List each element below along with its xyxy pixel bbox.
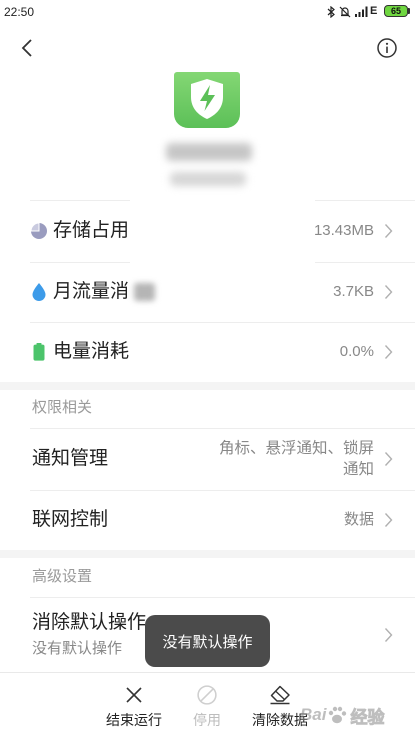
battery-icon — [33, 343, 45, 361]
paw-icon — [329, 706, 347, 724]
redaction-overlay — [130, 200, 315, 322]
clear-defaults-label: 消除默认操作 — [32, 611, 147, 633]
status-time: 22:50 — [4, 5, 35, 19]
data-usage-value: 3.7KB — [333, 283, 374, 300]
chevron-right-icon — [384, 513, 393, 527]
storage-usage-label: 存储占用 — [53, 220, 130, 241]
battery-usage-value: 0.0% — [339, 343, 374, 360]
battery-usage-row[interactable]: 电量消耗 0.0% — [0, 322, 415, 382]
force-stop-label: 结束运行 — [106, 712, 162, 728]
section-gap — [0, 550, 415, 558]
toast-message: 没有默认操作 — [145, 615, 270, 667]
section-title-advanced: 高级设置 — [32, 568, 93, 585]
value-line: 角标、悬浮通知、锁屏 — [218, 440, 374, 457]
app-icon — [174, 72, 240, 128]
chevron-right-icon — [384, 627, 393, 642]
back-arrow-icon — [21, 39, 32, 57]
network-control-value: 数据 — [343, 511, 374, 528]
value-line: 通知 — [342, 461, 374, 478]
app-info-button[interactable] — [375, 36, 399, 60]
watermark-text-right: 经验 — [350, 707, 385, 727]
network-control-label: 联网控制 — [32, 509, 109, 530]
status-bar: 22:50 E 65 — [0, 0, 415, 24]
watermark-text-left: Bai — [300, 705, 327, 724]
battery-level: 65 — [390, 6, 401, 16]
bluetooth-icon — [327, 6, 335, 18]
notification-management-row[interactable]: 通知管理 角标、悬浮通知、锁屏 通知 — [0, 428, 415, 490]
storage-pie-icon — [30, 222, 47, 239]
section-title-permissions: 权限相关 — [32, 399, 93, 416]
chevron-right-icon — [384, 224, 393, 238]
disable-label: 停用 — [193, 712, 221, 728]
force-stop-button[interactable]: 结束运行 — [94, 673, 174, 739]
storage-usage-value: 13.43MB — [313, 222, 374, 239]
alarm-off-icon — [339, 6, 351, 18]
info-icon — [377, 38, 397, 58]
chevron-right-icon — [384, 452, 393, 466]
clear-defaults-subtitle: 没有默认操作 — [32, 639, 123, 657]
notification-management-value: 角标、悬浮通知、锁屏 通知 — [219, 438, 374, 480]
battery-nub — [408, 8, 410, 14]
section-gap — [0, 382, 415, 390]
close-icon — [126, 687, 142, 703]
back-button[interactable] — [16, 35, 38, 61]
network-control-row[interactable]: 联网控制 数据 — [0, 490, 415, 550]
chevron-right-icon — [384, 285, 393, 299]
network-type: E — [370, 5, 378, 17]
blurred-text — [134, 283, 155, 301]
disable-icon — [197, 685, 217, 705]
app-name-blurred — [166, 143, 252, 161]
chevron-right-icon — [384, 345, 393, 359]
battery-usage-label: 电量消耗 — [53, 341, 130, 362]
water-drop-icon — [32, 283, 46, 301]
clear-defaults-text: 消除默认操作 没有默认操作 — [32, 612, 146, 658]
shield-bolt-icon — [191, 79, 223, 119]
data-usage-label: 月流量消 — [53, 281, 130, 302]
signal-icon — [355, 6, 368, 17]
eraser-icon — [270, 685, 290, 705]
app-version-blurred — [170, 172, 246, 186]
disable-button[interactable]: 停用 — [167, 673, 247, 739]
watermark: Bai 经验 — [300, 703, 385, 727]
battery-status-icon: 65 — [384, 5, 408, 17]
notification-management-label: 通知管理 — [32, 448, 109, 469]
